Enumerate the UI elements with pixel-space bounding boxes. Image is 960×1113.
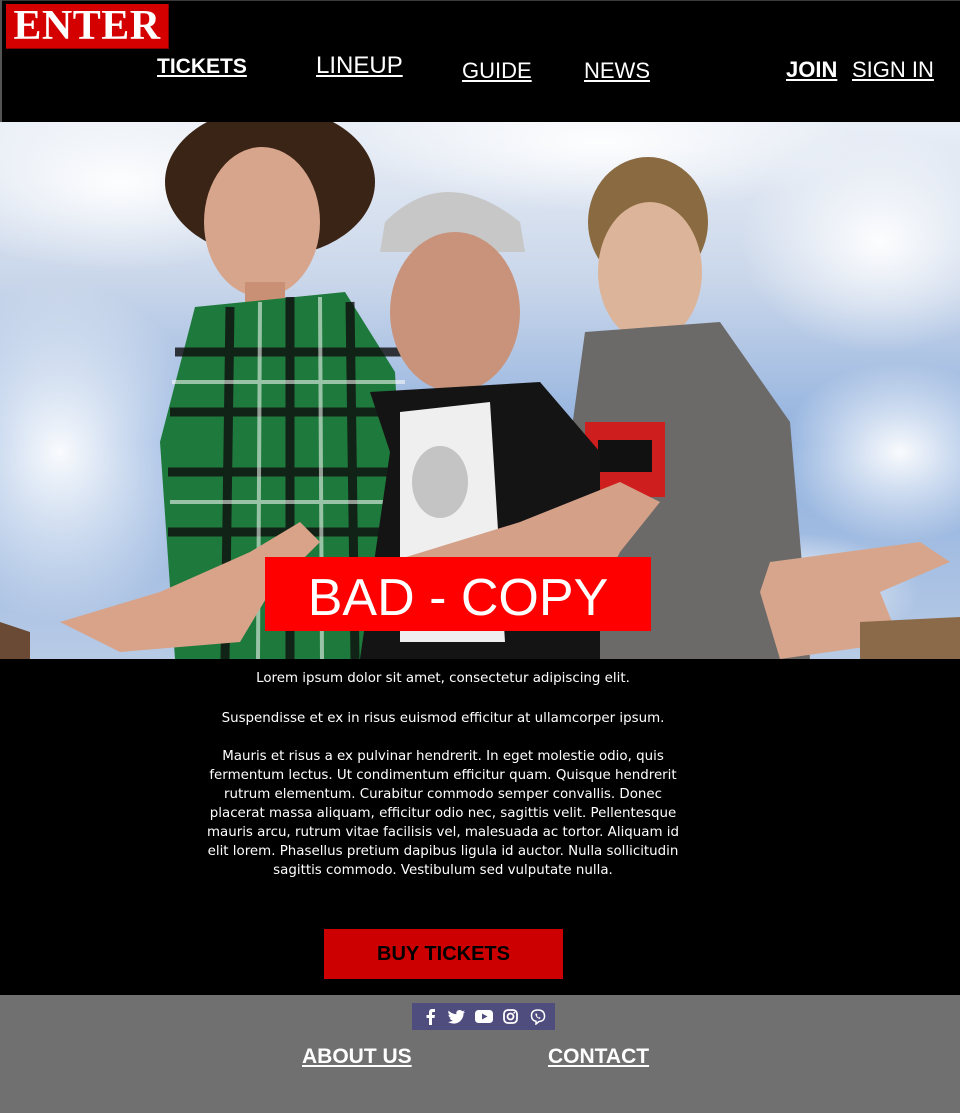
facebook-icon[interactable]	[419, 1006, 441, 1028]
join-link[interactable]: JOIN	[786, 57, 837, 83]
main-content: Lorem ipsum dolor sit amet, consectetur …	[0, 659, 960, 995]
header-top-border	[0, 0, 960, 1]
site-header: ENTER TICKETS LINEUP GUIDE NEWS JOIN SIG…	[0, 0, 960, 122]
about-us-link[interactable]: ABOUT US	[302, 1045, 412, 1069]
viber-icon[interactable]	[527, 1006, 549, 1028]
nav-link-tickets[interactable]: TICKETS	[157, 55, 247, 79]
site-logo[interactable]: ENTER	[6, 4, 169, 49]
hero-title: BAD - COPY	[265, 557, 651, 631]
hero-banner: BAD - COPY	[0, 122, 960, 659]
instagram-icon[interactable]	[500, 1006, 522, 1028]
site-footer: ABOUT US CONTACT	[0, 995, 960, 1113]
buy-tickets-button[interactable]: BUY TICKETS	[324, 929, 563, 979]
header-left-border	[0, 0, 2, 122]
contact-link[interactable]: CONTACT	[548, 1045, 649, 1069]
nav-link-guide[interactable]: GUIDE	[462, 58, 532, 84]
body-paragraph: Mauris et risus a ex pulvinar hendrerit.…	[206, 749, 680, 878]
intro-paragraph: Lorem ipsum dolor sit amet, consectetur …	[256, 671, 630, 686]
sign-in-link[interactable]: SIGN IN	[852, 57, 934, 83]
nav-link-lineup[interactable]: LINEUP	[316, 52, 403, 80]
social-links-bar	[412, 1003, 555, 1030]
youtube-icon[interactable]	[473, 1006, 495, 1028]
twitter-icon[interactable]	[446, 1006, 468, 1028]
secondary-paragraph: Suspendisse et ex in risus euismod effic…	[221, 711, 665, 726]
nav-link-news[interactable]: NEWS	[584, 58, 650, 84]
